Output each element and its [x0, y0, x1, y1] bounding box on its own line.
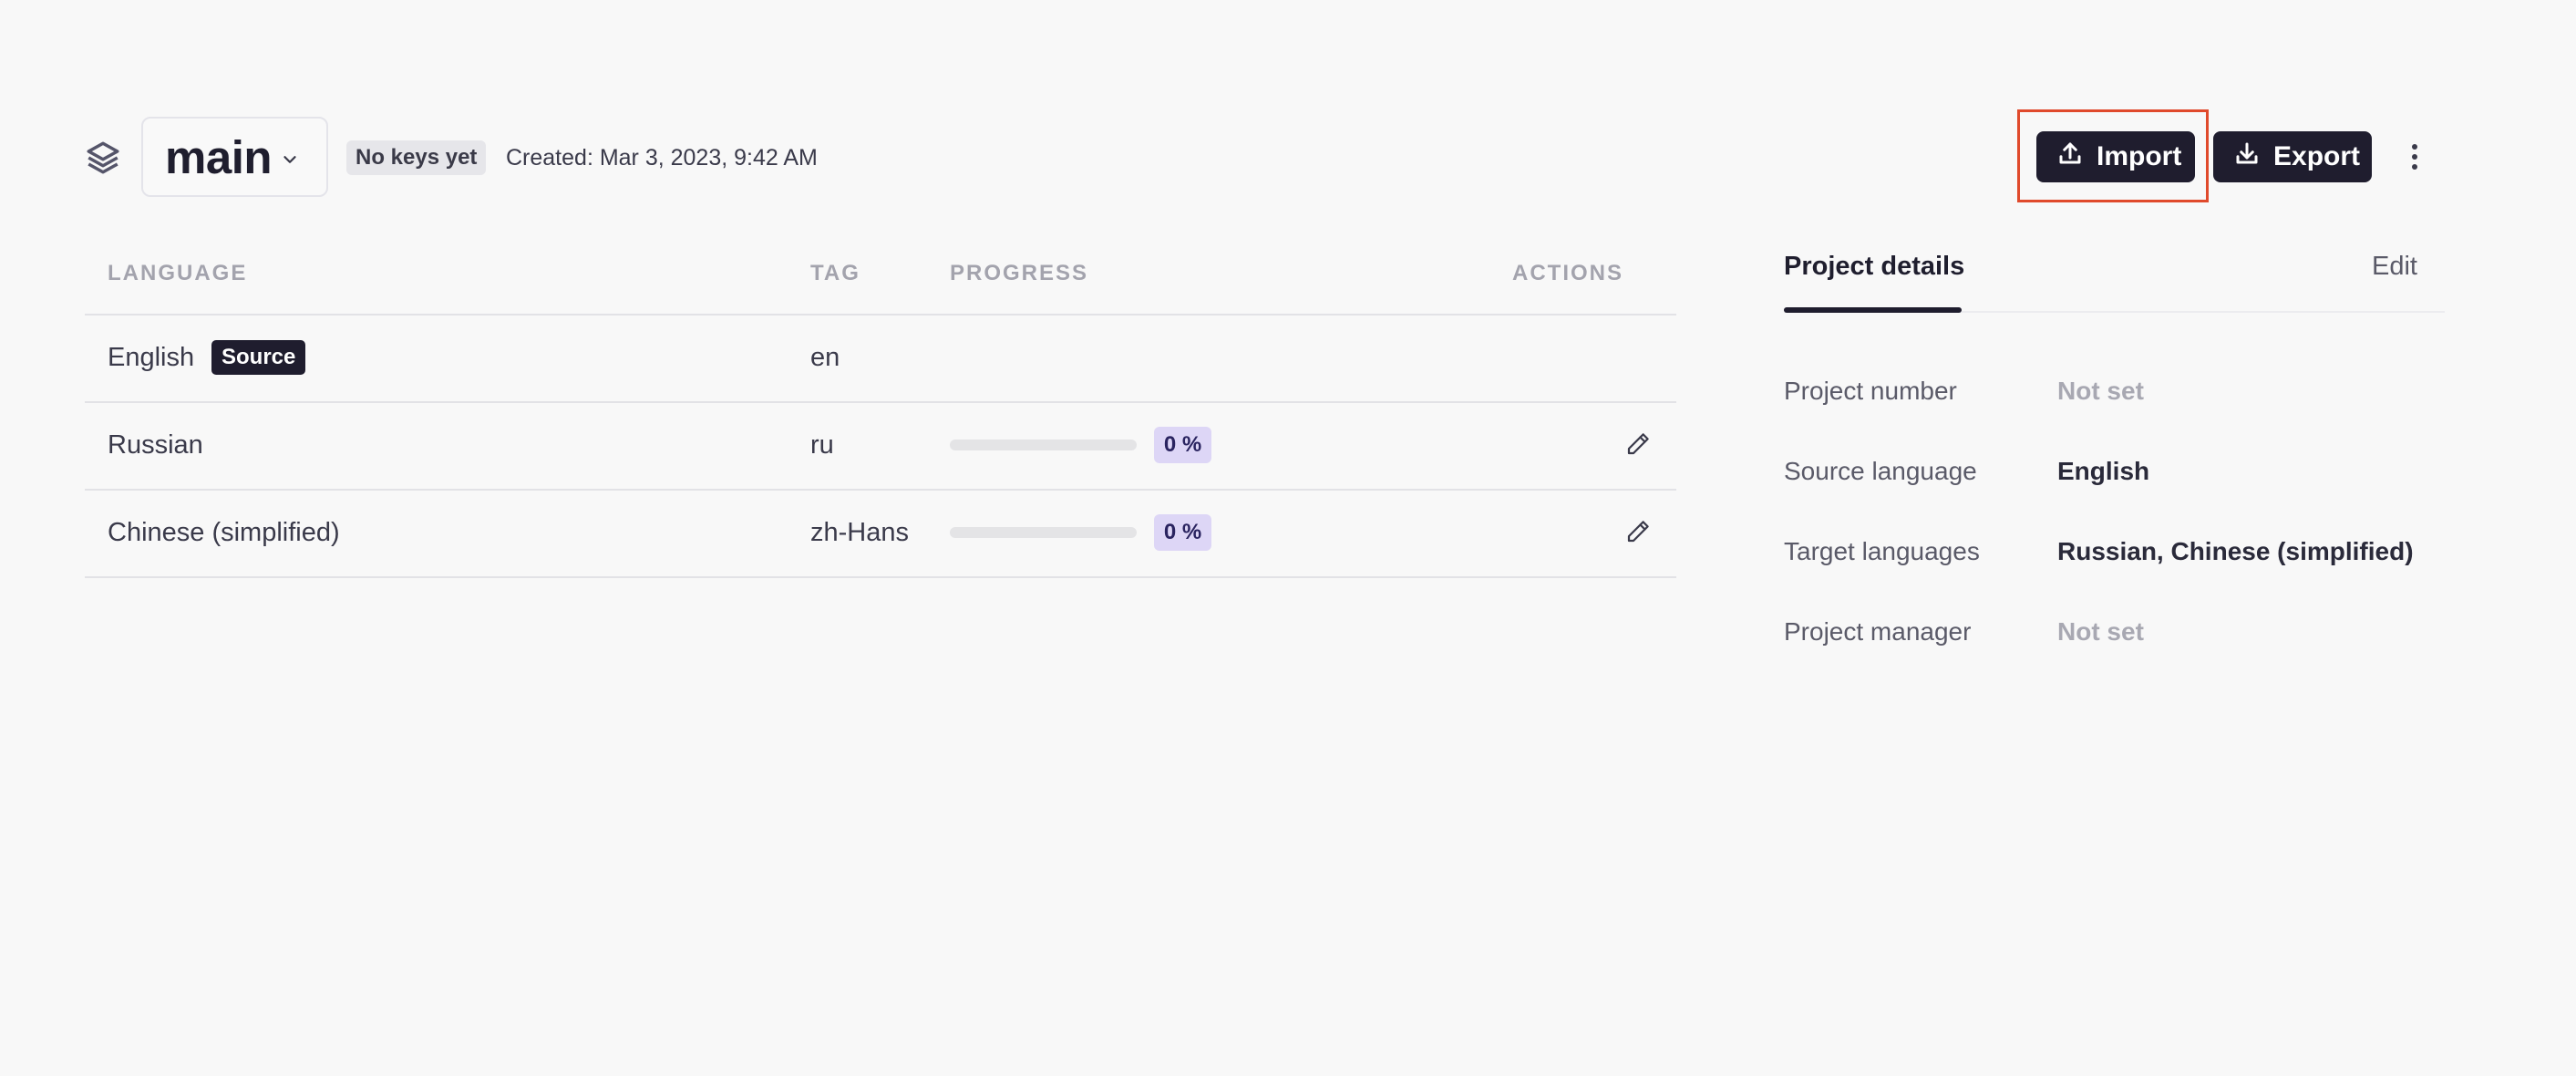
column-header-progress: PROGRESS [950, 261, 1089, 285]
column-header-language: LANGUAGE [108, 261, 248, 285]
column-header-actions: ACTIONS [1512, 261, 1623, 285]
source-badge: Source [211, 340, 306, 375]
detail-label: Target languages [1784, 537, 1980, 565]
export-button[interactable]: Export [2213, 131, 2372, 182]
language-name: Chinese (simplified) [108, 518, 340, 547]
table-divider [85, 489, 1676, 491]
progress-percent-badge: 0 % [1154, 427, 1211, 463]
table-divider [85, 314, 1676, 316]
pencil-icon[interactable] [1624, 518, 1652, 545]
detail-value: Russian, Chinese (simplified) [2057, 537, 2414, 565]
pencil-icon[interactable] [1624, 430, 1652, 458]
detail-value: English [2057, 457, 2150, 485]
download-icon [2233, 140, 2261, 174]
import-button-label: Import [2097, 141, 2182, 171]
branch-selector[interactable]: main [141, 117, 328, 197]
detail-label: Project manager [1784, 617, 1972, 646]
language-name: English [108, 343, 195, 372]
detail-value: Not set [2057, 617, 2144, 646]
layers-icon [84, 139, 122, 177]
branch-name: main [165, 130, 273, 183]
more-vertical-icon[interactable] [2401, 139, 2428, 175]
progress-percent-badge: 0 % [1154, 514, 1211, 551]
progress-bar [950, 527, 1137, 538]
keys-status-badge: No keys yet [346, 140, 487, 175]
chevron-down-icon [280, 150, 300, 170]
tab-project-details[interactable]: Project details [1784, 252, 1964, 282]
language-tag: ru [810, 430, 834, 460]
column-header-tag: TAG [810, 261, 860, 285]
language-tag: en [810, 343, 840, 372]
detail-value: Not set [2057, 377, 2144, 405]
edit-details-link[interactable]: Edit [2372, 252, 2417, 282]
detail-label: Project number [1784, 377, 1957, 405]
active-tab-indicator [1784, 307, 1962, 313]
upload-icon [2056, 140, 2084, 174]
detail-label: Source language [1784, 457, 1977, 485]
export-button-label: Export [2273, 141, 2361, 171]
import-button[interactable]: Import [2036, 131, 2195, 182]
table-divider [85, 576, 1676, 578]
language-tag: zh-Hans [810, 518, 909, 547]
language-name: Russian [108, 430, 203, 460]
created-timestamp: Created: Mar 3, 2023, 9:42 AM [506, 145, 818, 171]
table-divider [85, 401, 1676, 403]
progress-bar [950, 440, 1137, 450]
